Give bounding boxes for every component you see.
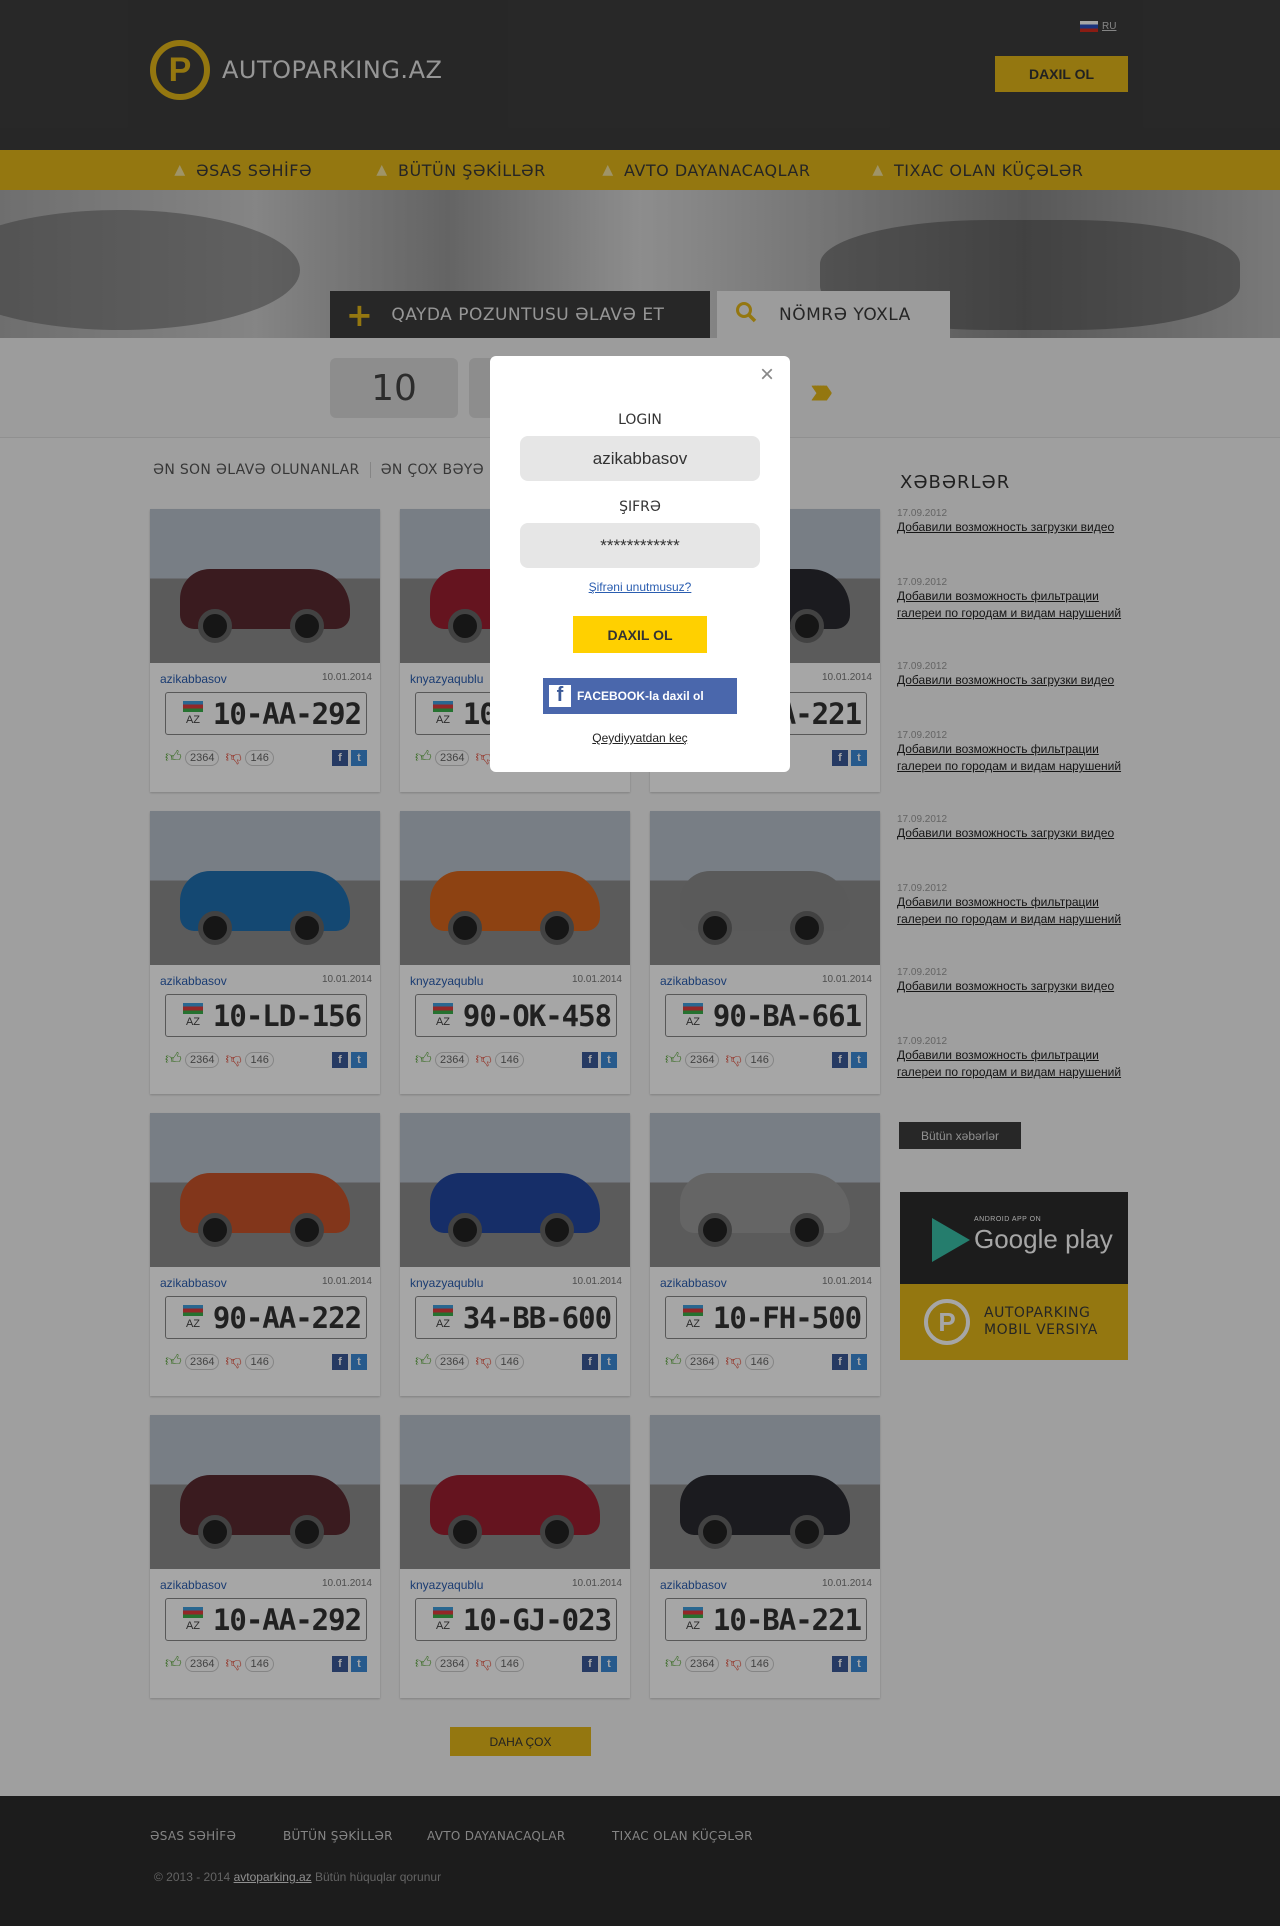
login-label: LOGIN	[618, 412, 662, 428]
login-modal: × LOGIN ŞIFRƏ Şifrəni unutmusuz? DAXIL O…	[490, 356, 790, 772]
password-label: ŞIFRƏ	[619, 499, 661, 515]
close-icon[interactable]: ×	[760, 361, 774, 389]
facebook-icon: f	[549, 684, 571, 707]
facebook-login-button[interactable]: f FACEBOOK-la daxil ol	[543, 678, 737, 714]
modal-login-button[interactable]: DAXIL OL	[573, 616, 707, 653]
password-field[interactable]	[520, 523, 760, 568]
register-link[interactable]: Qeydiyyatdan keç	[490, 731, 790, 745]
forgot-password-link[interactable]: Şifrəni unutmusuz?	[490, 580, 790, 594]
modal-overlay[interactable]	[0, 0, 1280, 1926]
facebook-login-label: FACEBOOK-la daxil ol	[577, 689, 704, 703]
login-field[interactable]	[520, 436, 760, 481]
